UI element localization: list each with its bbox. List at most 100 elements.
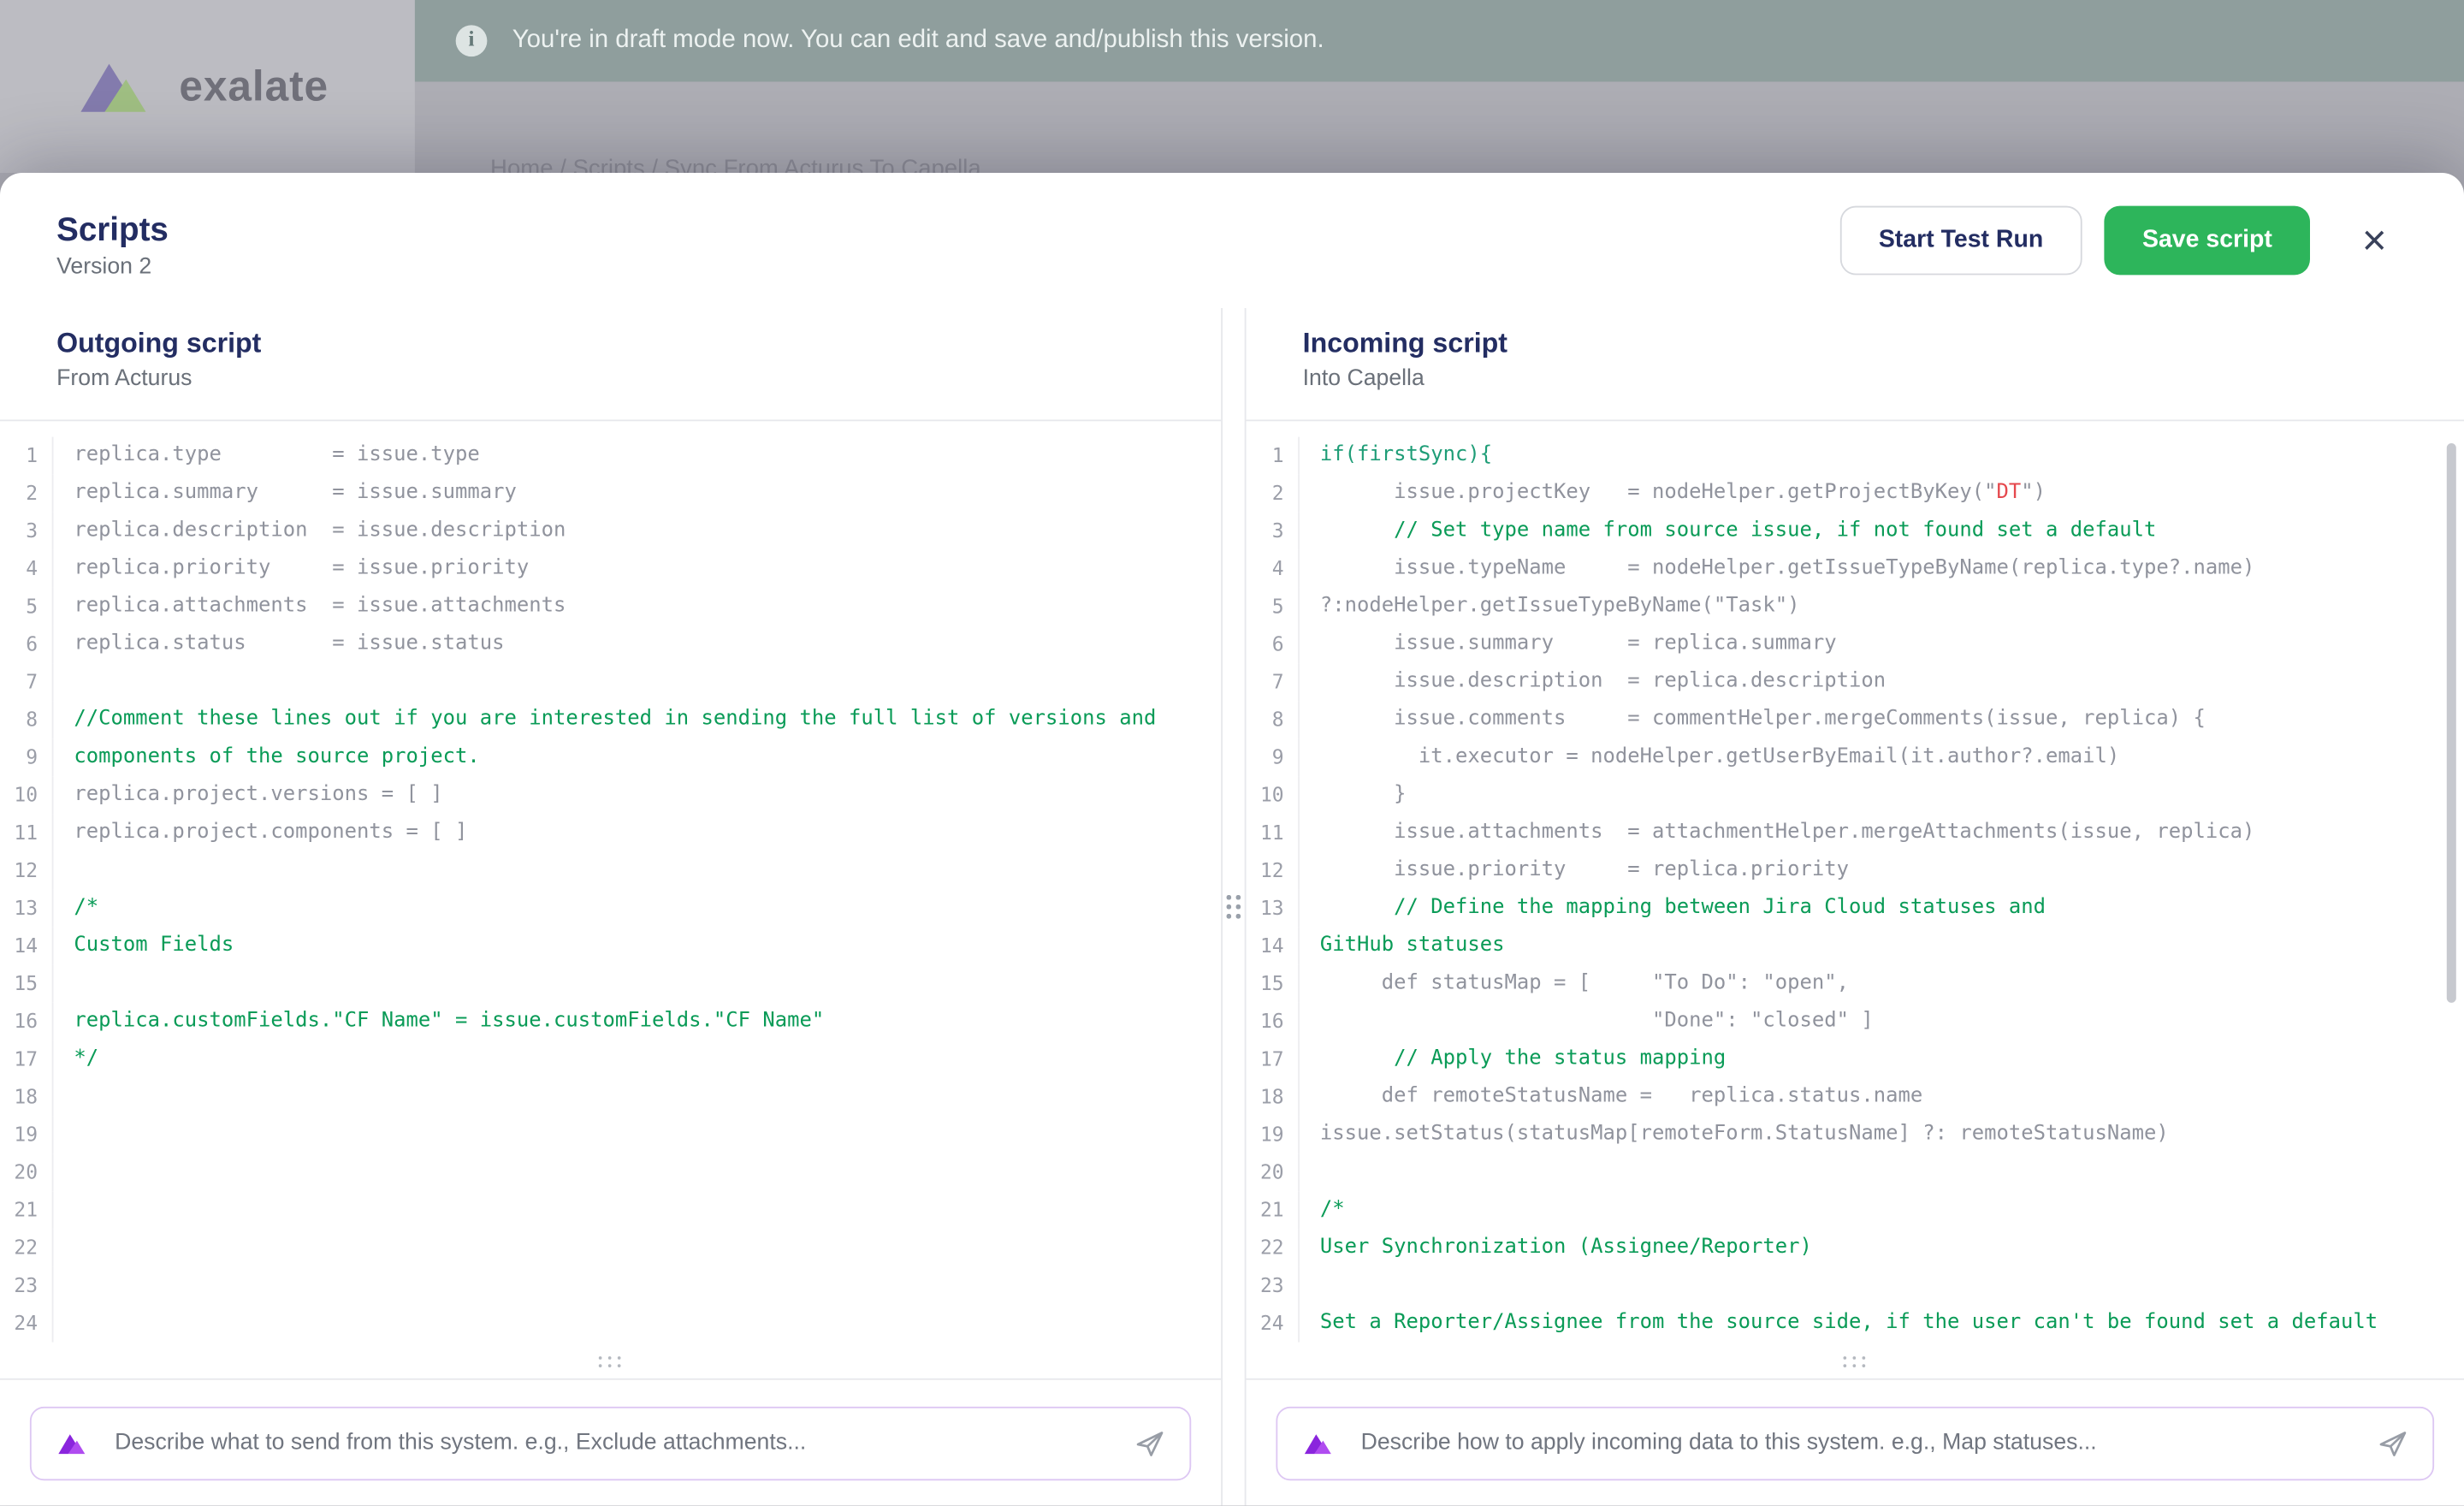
save-script-button[interactable]: Save script: [2105, 206, 2310, 276]
line-text: replica.description = issue.description: [52, 513, 566, 550]
editor-scrollbar[interactable]: [2447, 443, 2456, 1003]
line-text: replica.attachments = issue.attachments: [52, 588, 566, 626]
draft-mode-banner-text: You're in draft mode now. You can edit a…: [512, 27, 1324, 55]
modal-title-block: Scripts Version 2: [56, 202, 169, 279]
resize-handle-icon[interactable]: [1843, 1356, 1868, 1371]
incoming-prompt-area: [1247, 1380, 2464, 1506]
line-number: 11: [1247, 814, 1284, 851]
code-line: 14Custom Fields: [0, 928, 1221, 965]
line-number: 2: [1247, 475, 1284, 513]
line-number: 8: [1247, 701, 1284, 738]
code-line: 1if(firstSync){: [1247, 437, 2464, 475]
code-line: 2replica.summary = issue.summary: [0, 475, 1221, 513]
line-text: // Set type name from source issue, if n…: [1298, 513, 2156, 550]
outgoing-panel: Outgoing script From Acturus 1replica.ty…: [0, 308, 1221, 1506]
line-text: [52, 1153, 86, 1191]
code-line: 22 User Synchronization (Assignee/Reporte…: [1247, 1229, 2464, 1266]
line-text: replica.priority = issue.priority: [52, 550, 530, 588]
line-number: 2: [0, 475, 38, 513]
ai-sparkle-icon: [1301, 1430, 1336, 1456]
code-line: 19: [0, 1116, 1221, 1153]
line-text: def statusMap = [ "To Do": "open",: [1298, 965, 1849, 1003]
exalate-logo-text: exalate: [179, 62, 329, 111]
code-line: 12 issue.priority = replica.priority: [1247, 852, 2464, 890]
line-number: 15: [0, 965, 38, 1003]
line-text: replica.project.versions = [ ]: [52, 776, 443, 814]
code-line: 3 // Set type name from source issue, if…: [1247, 513, 2464, 550]
modal-actions: Start Test Run Save script ×: [1839, 206, 2408, 276]
draft-mode-banner: i You're in draft mode now. You can edit…: [415, 0, 2464, 82]
line-text: issue.description = replica.description: [1298, 663, 1886, 701]
code-line: 2 issue.projectKey = nodeHelper.getProje…: [1247, 475, 2464, 513]
code-line: 17 // Apply the status mapping: [1247, 1041, 2464, 1078]
incoming-panel-header: Incoming script Into Capella: [1247, 308, 2464, 421]
code-line: 18 def remoteStatusName = replica.status…: [1247, 1078, 2464, 1116]
code-line: 22: [0, 1229, 1221, 1266]
line-number: 19: [0, 1116, 38, 1153]
code-line: 21/*: [1247, 1191, 2464, 1229]
outgoing-prompt-input[interactable]: [111, 1429, 1111, 1457]
line-number: 13: [1247, 890, 1284, 928]
line-number: 22: [1247, 1229, 1284, 1266]
line-text: [52, 1116, 86, 1153]
line-text: [52, 965, 86, 1003]
line-number: 7: [1247, 663, 1284, 701]
code-line: 4 issue.typeName = nodeHelper.getIssueTy…: [1247, 550, 2464, 588]
code-line: 18: [0, 1078, 1221, 1116]
line-number: 14: [1247, 928, 1284, 965]
code-line: 24Set a Reporter/Assignee from the sourc…: [1247, 1304, 2464, 1342]
close-icon[interactable]: ×: [2342, 207, 2408, 273]
code-line: 16 "Done": "closed" ]: [1247, 1003, 2464, 1041]
code-line: 23: [0, 1266, 1221, 1304]
send-icon[interactable]: [1133, 1426, 1166, 1460]
app-header-logo: exalate: [0, 0, 415, 173]
script-panels: Outgoing script From Acturus 1replica.ty…: [0, 308, 2464, 1506]
send-icon[interactable]: [2376, 1426, 2409, 1460]
code-line: 20: [0, 1153, 1221, 1191]
ai-sparkle-icon: [55, 1430, 89, 1456]
code-line: 4replica.priority = issue.priority: [0, 550, 1221, 588]
code-line: 13 // Define the mapping between Jira Cl…: [1247, 890, 2464, 928]
version-label: Version 2: [56, 254, 169, 279]
line-number: 10: [1247, 776, 1284, 814]
code-line: 21: [0, 1191, 1221, 1229]
resize-handle-icon[interactable]: [598, 1356, 623, 1371]
code-line: 6replica.status = issue.status: [0, 626, 1221, 663]
line-text: replica.type = issue.type: [52, 437, 480, 475]
exalate-logo-icon: [72, 55, 157, 117]
start-test-run-button[interactable]: Start Test Run: [1839, 206, 2082, 276]
code-line: 23: [1247, 1266, 2464, 1304]
outgoing-title: Outgoing script: [56, 327, 1164, 360]
line-text: [1298, 1266, 1332, 1304]
outgoing-panel-header: Outgoing script From Acturus: [0, 308, 1221, 421]
code-line: 8 issue.comments = commentHelper.mergeCo…: [1247, 701, 2464, 738]
line-number: 18: [0, 1078, 38, 1116]
panel-drag-handle-icon[interactable]: [1227, 895, 1241, 919]
outgoing-code-editor[interactable]: 1replica.type = issue.type2replica.summa…: [0, 421, 1221, 1379]
line-text: [52, 1078, 86, 1116]
line-text: [52, 1229, 86, 1266]
line-number: 3: [0, 513, 38, 550]
incoming-prompt-input[interactable]: [1358, 1429, 2354, 1457]
line-number: 7: [0, 663, 38, 701]
line-text: replica.customFields."CF Name" = issue.c…: [52, 1003, 825, 1041]
code-line: 13/*: [0, 890, 1221, 928]
code-line: 11 issue.attachments = attachmentHelper.…: [1247, 814, 2464, 851]
line-text: components of the source project.: [52, 738, 480, 776]
code-line: 15 def statusMap = [ "To Do": "open",: [1247, 965, 2464, 1003]
line-number: 22: [0, 1229, 38, 1266]
line-number: 24: [0, 1304, 38, 1342]
line-text: User Synchronization (Assignee/Reporter): [1298, 1229, 1812, 1266]
line-number: 23: [0, 1266, 38, 1304]
code-line: 7: [0, 663, 1221, 701]
line-text: GitHub statuses: [1298, 928, 1504, 965]
line-number: 9: [0, 738, 38, 776]
incoming-code-editor[interactable]: 1if(firstSync){2 issue.projectKey = node…: [1247, 421, 2464, 1379]
line-text: }: [1298, 776, 1406, 814]
line-text: "Done": "closed" ]: [1298, 1003, 1874, 1041]
line-text: issue.summary = replica.summary: [1298, 626, 1837, 663]
incoming-subtitle: Into Capella: [1303, 366, 2408, 391]
outgoing-prompt-area: [0, 1380, 1221, 1506]
line-number: 5: [0, 588, 38, 626]
incoming-ai-prompt: [1276, 1406, 2434, 1479]
